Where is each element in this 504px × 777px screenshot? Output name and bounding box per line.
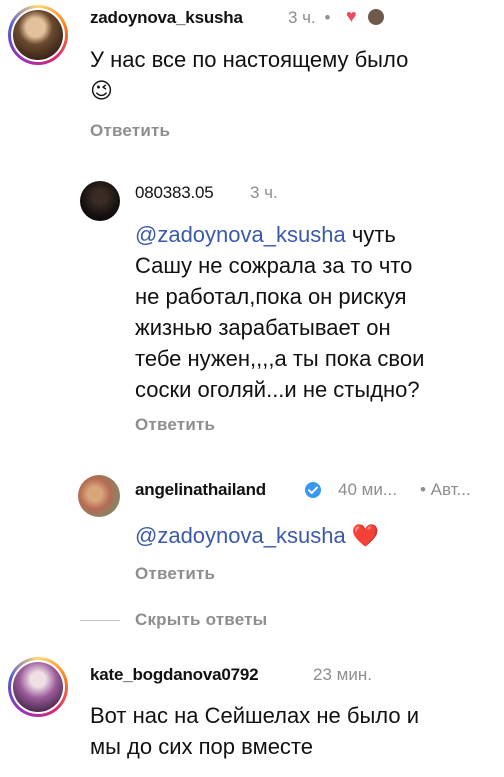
comment-time-text: 3 ч. <box>288 8 316 27</box>
avatar[interactable] <box>80 181 120 221</box>
avatar[interactable] <box>78 475 120 517</box>
reply-button[interactable]: Ответить <box>135 415 215 435</box>
mention-link[interactable]: @zadoynova_ksusha <box>135 523 346 548</box>
comment-line: жизнью зарабатывает он <box>135 315 391 340</box>
comment-username[interactable]: kate_bogdanova0792 <box>90 665 259 685</box>
comment-line: Вот нас на Сейшелах не было и <box>90 703 419 728</box>
hide-replies-button[interactable]: Скрыть ответы <box>135 610 267 630</box>
comment-text: У нас все по настоящему было 😉 <box>90 44 408 106</box>
comment-time: 40 ми... <box>338 480 397 499</box>
author-badge: • Авт... <box>420 480 471 499</box>
verified-badge-icon <box>304 481 322 499</box>
comment-text: Вот нас на Сейшелах не было и мы до сих … <box>90 700 419 762</box>
comment-line: не работал,пока он рискуя <box>135 284 407 309</box>
avatar <box>13 10 63 60</box>
story-ring[interactable] <box>8 657 68 717</box>
mention-link[interactable]: @zadoynova_ksusha <box>135 222 346 247</box>
comment-text: @zadoynova_ksusha чуть Сашу не сожрала з… <box>135 219 424 405</box>
hide-replies-divider <box>80 620 120 621</box>
comment-time: 23 мин. <box>313 665 372 684</box>
reply-button[interactable]: Ответить <box>135 564 215 584</box>
comment-line: соски оголяй...и не стыдно? <box>135 377 420 402</box>
wink-emoji: 😉 <box>90 78 113 103</box>
comment-time: 3 ч. <box>250 183 278 202</box>
comment-username[interactable]: zadoynova_ksusha <box>90 8 243 28</box>
comment-line: Сашу не сожрала за то что <box>135 253 413 278</box>
comment-text: @zadoynova_ksusha ❤️ <box>135 520 379 551</box>
creator-avatar-small <box>368 9 384 25</box>
comment-username[interactable]: 080383.05 <box>135 183 214 203</box>
comment-line: мы до сих пор вместе <box>90 734 313 759</box>
comment-line: тебе нужен,,,,а ты пока свои <box>135 346 425 371</box>
comment-username[interactable]: angelinathailand <box>135 480 266 500</box>
comment-text-body: У нас все по настоящему было <box>90 47 409 72</box>
heart-emoji: ❤️ <box>351 523 380 548</box>
reply-button[interactable]: Ответить <box>90 121 170 141</box>
story-ring[interactable] <box>8 5 68 65</box>
avatar <box>13 662 63 712</box>
comment-time: 3 ч. • <box>288 8 330 28</box>
meta-separator: • <box>324 8 331 27</box>
creator-heart-icon: ♥ <box>346 6 357 26</box>
avatar-frame <box>11 8 65 62</box>
avatar-frame <box>11 660 65 714</box>
comment-text-start: чуть <box>351 222 396 247</box>
